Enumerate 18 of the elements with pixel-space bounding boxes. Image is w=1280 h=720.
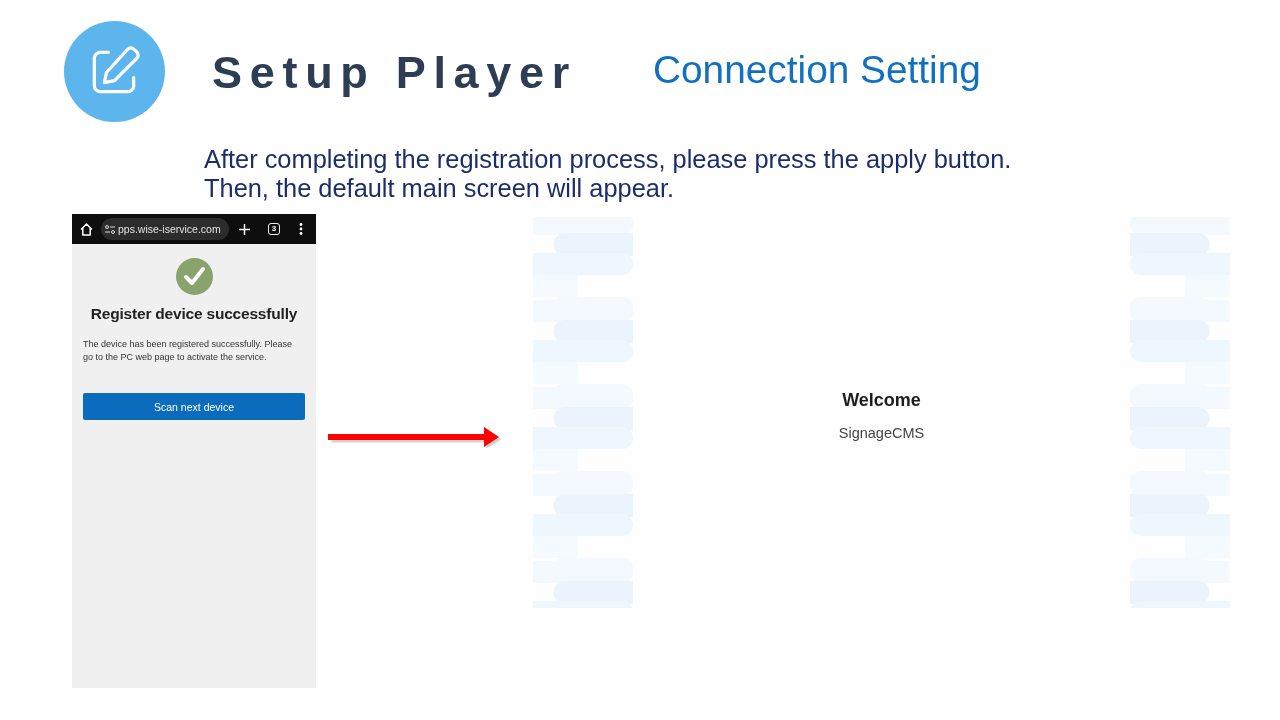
scan-next-button[interactable]: Scan next device	[83, 393, 305, 420]
edit-icon	[64, 21, 165, 122]
home-icon[interactable]	[80, 222, 93, 236]
address-bar[interactable]: pps.wise-iservice.com	[101, 218, 229, 240]
check-circle-icon	[175, 258, 213, 295]
app-name: SignageCMS	[838, 425, 925, 441]
success-message: The device has been registered successfully. Please go to the PC web page to activate the service.	[83, 338, 293, 364]
tab-count-button[interactable]: 3	[268, 223, 280, 235]
plus-icon[interactable]	[239, 223, 250, 235]
instruction-text: After completing the registration process, please press the apply button.	[204, 145, 1012, 174]
slide-title: Setup Player	[212, 50, 577, 95]
instruction-text: Then, the default main screen will appear.	[204, 174, 674, 203]
welcome-heading: Welcome	[842, 390, 921, 410]
slide-subtitle: Connection Setting	[653, 51, 981, 90]
right-arrow-icon	[328, 427, 502, 449]
tune-icon[interactable]	[105, 224, 115, 234]
more-menu-icon[interactable]	[299, 223, 303, 235]
success-heading: Register device successfully	[90, 305, 298, 323]
